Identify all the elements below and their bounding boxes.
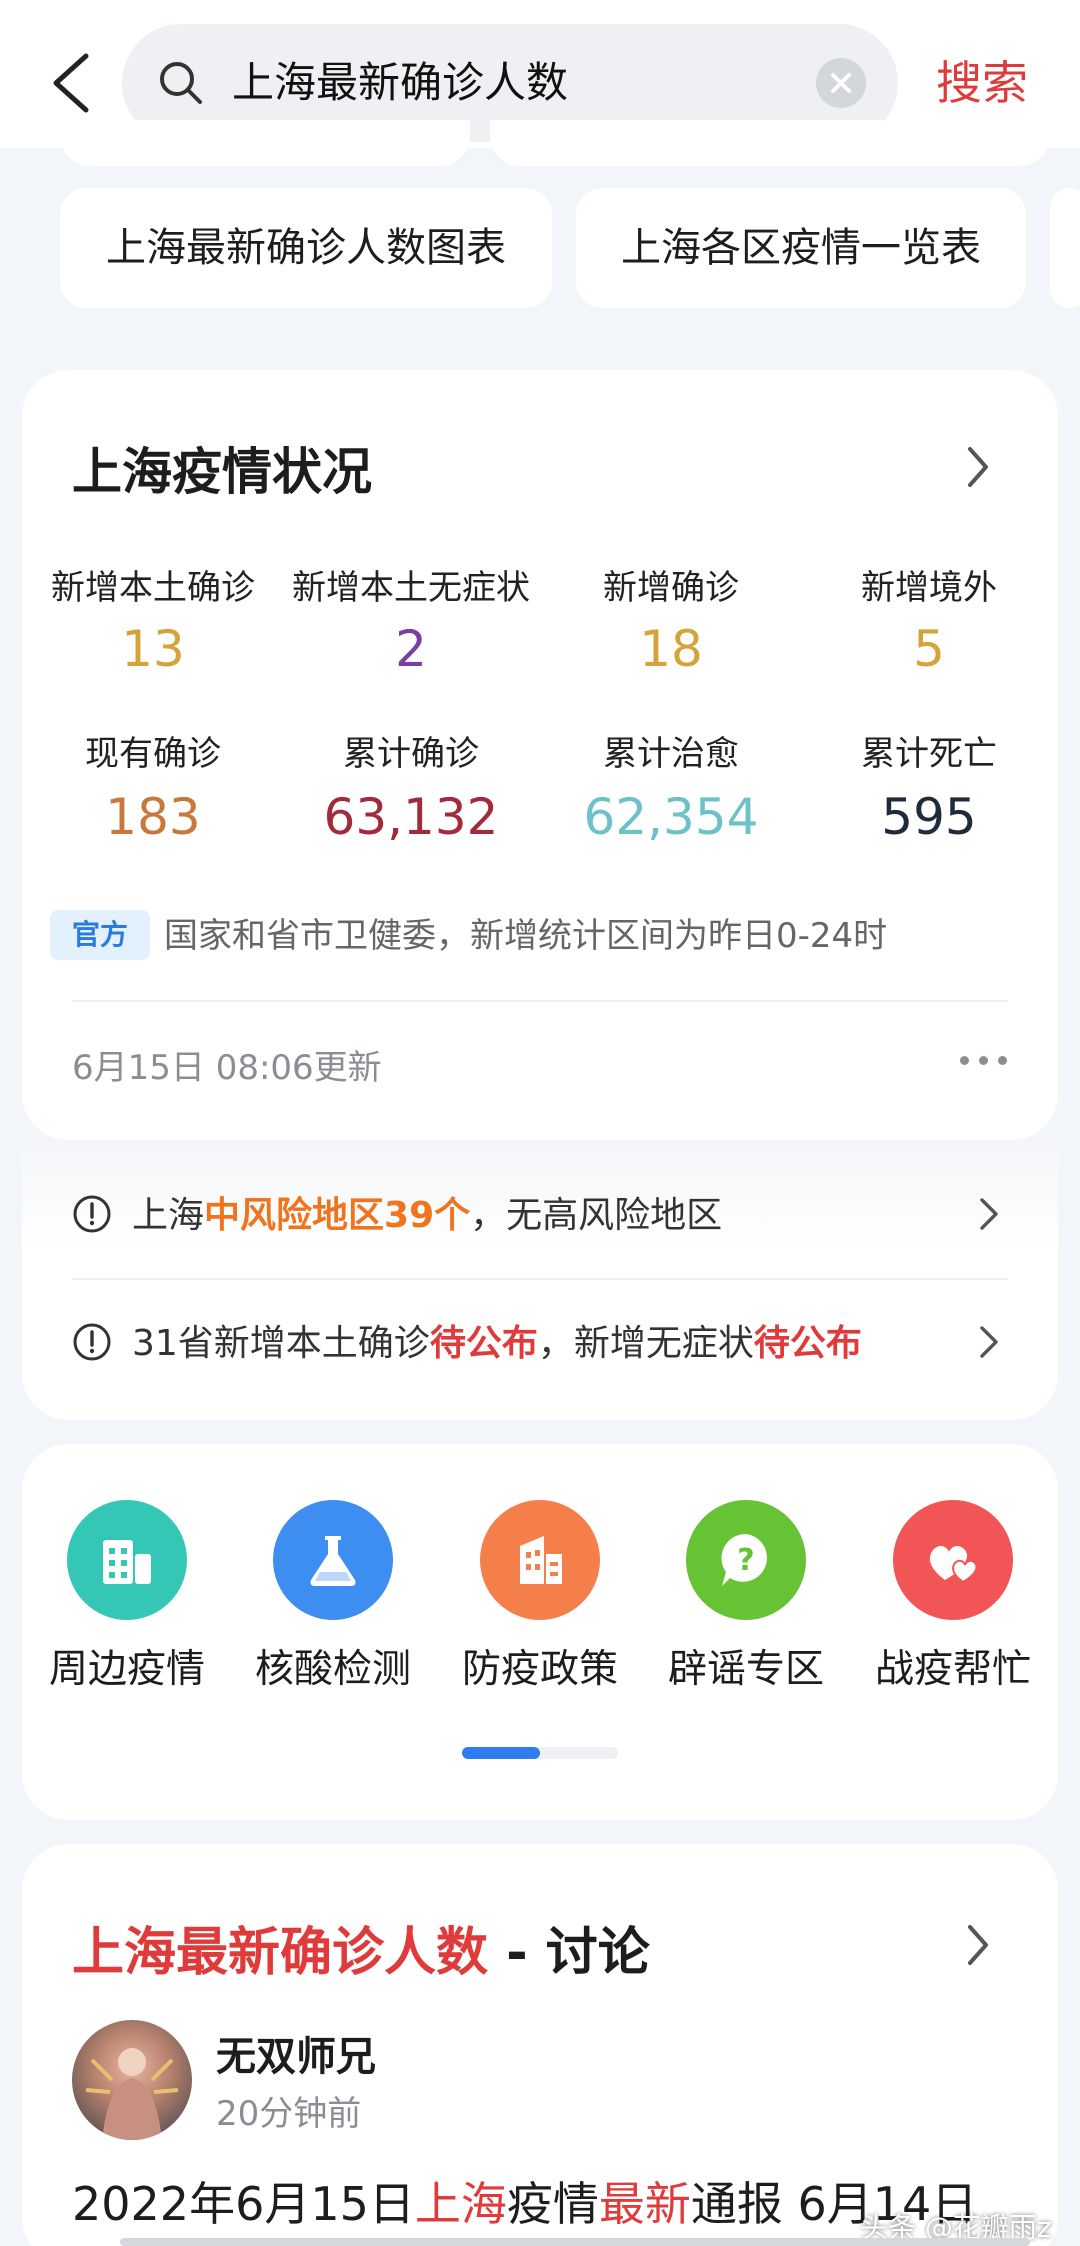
author-name[interactable]: 无双师兄	[216, 2024, 376, 2082]
clear-search-icon[interactable]	[816, 58, 866, 108]
stat-label-total-confirmed: 累计确诊	[343, 734, 479, 774]
question-bubble-icon: ?	[686, 1500, 806, 1620]
building-icon	[67, 1500, 187, 1620]
search-icon	[160, 62, 202, 104]
more-options-icon[interactable]	[960, 1054, 1008, 1068]
service-label: 核酸检测	[254, 1647, 411, 1692]
suggestion-chip-clipped[interactable]	[1050, 188, 1080, 308]
stat-value-local-new: 13	[121, 620, 185, 678]
notice-text: 31省新增本土确诊待公布，新增无症状待公布	[132, 1323, 862, 1364]
notice-risk-areas[interactable]: 上海中风险地区39个，无高风险地区	[72, 1186, 1008, 1246]
divider	[72, 1278, 1008, 1280]
status-card-title[interactable]: 上海疫情状况	[72, 432, 372, 504]
service-label: 辟谣专区	[667, 1647, 824, 1692]
stat-value-current-confirmed: 183	[105, 788, 201, 846]
service-nearby-epidemic[interactable]: 周边疫情	[24, 1500, 230, 1720]
service-label: 周边疫情	[48, 1647, 205, 1692]
stat-value-local-asymptomatic: 2	[395, 620, 427, 678]
update-time: 6月15日 08:06更新	[72, 1048, 382, 1088]
office-icon	[480, 1500, 600, 1620]
alert-circle-icon	[73, 1323, 111, 1361]
clipped-chip	[60, 120, 470, 166]
flask-icon	[273, 1500, 393, 1620]
service-label: 防疫政策	[461, 1647, 618, 1692]
bottom-scroll-edge	[120, 2238, 1030, 2246]
stat-value-total-deaths: 595	[881, 788, 977, 846]
stat-value-new-imported: 5	[913, 620, 945, 678]
stat-value-total-recovered: 62,354	[583, 788, 759, 846]
pager-indicator	[462, 1747, 540, 1759]
divider	[72, 1000, 1008, 1002]
notice-text: 上海中风险地区39个，无高风险地区	[132, 1195, 723, 1236]
notice-provincial-cases[interactable]: 31省新增本土确诊待公布，新增无症状待公布	[72, 1314, 1008, 1374]
post-time: 20分钟前	[216, 2094, 362, 2134]
svg-text:?: ?	[737, 1543, 754, 1578]
alert-circle-icon	[73, 1195, 111, 1233]
service-label: 战疫帮忙	[874, 1647, 1031, 1692]
suggestion-chip-district-list[interactable]: 上海各区疫情一览表	[576, 188, 1026, 308]
risk-notice-card	[22, 1140, 1058, 1420]
service-prevention-policy[interactable]: 防疫政策	[437, 1500, 643, 1720]
chevron-right-icon[interactable]	[964, 1922, 992, 1968]
stat-value-new-confirmed: 18	[639, 620, 703, 678]
service-rumor-debunk[interactable]: ? 辟谣专区	[643, 1500, 849, 1720]
stat-label-total-deaths: 累计死亡	[861, 734, 997, 774]
chevron-right-icon	[980, 1198, 998, 1230]
official-badge: 官方	[50, 910, 150, 960]
stat-value-total-confirmed: 63,132	[323, 788, 499, 846]
avatar[interactable]	[72, 2020, 192, 2140]
stat-label-local-asymptomatic: 新增本土无症状	[292, 568, 530, 608]
stat-label-new-confirmed: 新增确诊	[603, 568, 739, 608]
post-title[interactable]: 2022年6月15日上海疫情最新通报 6月14日	[72, 2168, 977, 2234]
stat-label-total-recovered: 累计治愈	[603, 734, 739, 774]
discussion-title[interactable]: 上海最新确诊人数 - 讨论	[72, 1910, 650, 1985]
hearts-icon	[893, 1500, 1013, 1620]
back-arrow-icon[interactable]	[44, 50, 100, 116]
data-source-text: 国家和省市卫健委，新增统计区间为昨日0-24时	[164, 916, 888, 956]
stat-label-current-confirmed: 现有确诊	[85, 734, 221, 774]
service-fight-help[interactable]: 战疫帮忙	[850, 1500, 1056, 1720]
stat-label-local-new: 新增本土确诊	[51, 568, 255, 608]
clipped-chip	[490, 120, 1050, 166]
chevron-right-icon[interactable]	[964, 444, 992, 490]
chevron-right-icon	[980, 1326, 998, 1358]
service-nucleic-test[interactable]: 核酸检测	[230, 1500, 436, 1720]
stat-label-new-imported: 新增境外	[861, 568, 997, 608]
suggestion-chip-chart[interactable]: 上海最新确诊人数图表	[60, 188, 552, 308]
search-button[interactable]: 搜索	[936, 48, 1028, 118]
